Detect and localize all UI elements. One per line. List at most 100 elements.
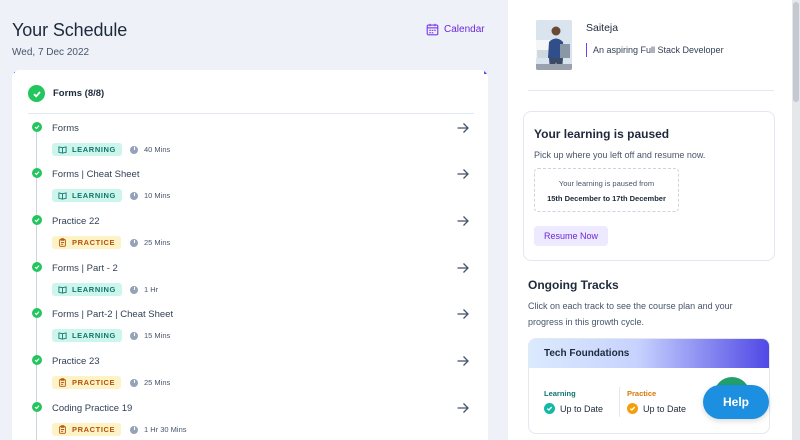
list-item[interactable]: Forms | Part-2 | Cheat Sheet LEARNING 15… (12, 307, 488, 353)
duration-text: 25 Mins (144, 238, 171, 247)
clock-icon (130, 331, 138, 340)
item-title: Forms (52, 123, 79, 134)
paused-box-dates: 15th December to 17th December (547, 194, 666, 203)
check-icon (32, 262, 42, 272)
practice-tag: PRACTICE (52, 376, 122, 389)
ongoing-tracks-description: Click on each track to see the course pl… (528, 301, 733, 327)
learning-status-label: Learning (544, 389, 576, 398)
divider (528, 90, 774, 91)
book-icon (58, 146, 67, 154)
clipboard-icon (59, 238, 66, 247)
clock-icon (130, 425, 138, 434)
arrow-right-icon[interactable] (456, 401, 470, 415)
practice-status: Practice Up to Date (627, 389, 686, 414)
paused-period-box: Your learning is paused from 15th Decemb… (534, 168, 679, 212)
duration: 25 Mins (130, 238, 170, 247)
arrow-right-icon[interactable] (456, 261, 470, 275)
tag-label: LEARNING (72, 191, 116, 200)
check-icon (32, 122, 42, 132)
arrow-right-icon[interactable] (456, 167, 470, 181)
check-icon (32, 308, 42, 318)
practice-tag: PRACTICE (52, 236, 122, 249)
module-header[interactable]: Forms (8/8) (28, 85, 104, 102)
arrow-right-icon[interactable] (456, 121, 470, 135)
calendar-label: Calendar (444, 24, 485, 35)
check-circle-icon (28, 85, 45, 102)
track-name: Tech Foundations (544, 348, 630, 359)
card-accent (484, 70, 488, 74)
check-icon (32, 215, 42, 225)
arrow-right-icon[interactable] (456, 307, 470, 321)
learning-status: Learning Up to Date (544, 389, 603, 414)
schedule-title: Your Schedule (12, 20, 128, 40)
tag-label: PRACTICE (72, 238, 116, 247)
module-title: Forms (8/8) (53, 88, 105, 99)
duration-text: 10 Mins (144, 191, 171, 200)
user-bio: An aspiring Full Stack Developer (586, 43, 724, 57)
card-accent (12, 70, 15, 73)
tag-label: PRACTICE (72, 425, 116, 434)
arrow-right-icon[interactable] (456, 214, 470, 228)
arrow-right-icon[interactable] (456, 354, 470, 368)
practice-status-value: Up to Date (643, 403, 687, 414)
item-title: Forms | Part - 2 (52, 263, 118, 274)
tag-label: LEARNING (72, 331, 116, 340)
clipboard-icon (59, 378, 66, 387)
book-icon (58, 286, 67, 294)
user-name: Saiteja (586, 22, 619, 34)
clock-icon (130, 285, 138, 294)
list-item[interactable]: Forms LEARNING 40 Mins (12, 121, 488, 167)
item-title: Coding Practice 19 (52, 403, 133, 414)
learning-status-value: Up to Date (560, 403, 604, 414)
clock-icon (130, 191, 138, 200)
duration-text: 40 Mins (144, 145, 171, 154)
duration-text: 15 Mins (144, 331, 171, 340)
duration: 10 Mins (130, 191, 170, 200)
calendar-link[interactable]: Calendar (426, 23, 485, 36)
list-item[interactable]: Forms | Part - 2 LEARNING 1 Hr (12, 261, 488, 307)
resume-now-button[interactable]: Resume Now (534, 226, 609, 246)
check-circle-icon (544, 403, 555, 414)
check-icon (32, 168, 42, 178)
clock-icon (130, 378, 138, 387)
schedule-card: Forms (8/8) Forms LEARNING 40 Mins Forms… (12, 70, 488, 440)
item-title: Forms | Part-2 | Cheat Sheet (52, 309, 174, 320)
learning-tag: LEARNING (52, 189, 122, 202)
paused-card: Your learning is paused Pick up where yo… (523, 111, 775, 261)
clock-icon (130, 238, 138, 247)
list-item[interactable]: Practice 23 PRACTICE 25 Mins (12, 354, 488, 400)
learning-tag: LEARNING (52, 143, 122, 156)
list-item[interactable]: Practice 22 PRACTICE 25 Mins (12, 214, 488, 260)
schedule-date: Wed, 7 Dec 2022 (12, 47, 90, 58)
learning-tag: LEARNING (52, 283, 122, 296)
duration: 15 Mins (130, 331, 170, 340)
scrollbar-thumb[interactable] (793, 2, 799, 102)
check-icon (32, 355, 42, 365)
avatar (536, 20, 572, 70)
book-icon (58, 192, 67, 200)
tag-label: PRACTICE (72, 378, 116, 387)
item-title: Practice 23 (52, 356, 100, 367)
check-circle-icon (627, 403, 638, 414)
duration-text: 1 Hr (144, 285, 159, 294)
schedule-panel: Your Schedule Wed, 7 Dec 2022 Calendar F… (0, 0, 508, 440)
duration: 1 Hr (130, 285, 158, 294)
clock-icon (130, 145, 138, 154)
duration: 25 Mins (130, 378, 170, 387)
book-icon (58, 332, 67, 340)
item-title: Forms | Cheat Sheet (52, 169, 140, 180)
paused-title: Your learning is paused (534, 127, 670, 141)
item-title: Practice 22 (52, 216, 100, 227)
calendar-icon (426, 23, 439, 36)
duration: 40 Mins (130, 145, 170, 154)
paused-subtitle: Pick up where you left off and resume no… (534, 150, 706, 160)
list-item[interactable]: Coding Practice 19 PRACTICE 1 Hr 30 Mins (12, 401, 488, 440)
duration-text: 25 Mins (144, 378, 171, 387)
practice-tag: PRACTICE (52, 423, 122, 436)
check-icon (32, 402, 42, 412)
list-item[interactable]: Forms | Cheat Sheet LEARNING 10 Mins (12, 167, 488, 213)
tag-label: LEARNING (72, 285, 116, 294)
divider (619, 387, 620, 417)
tag-label: LEARNING (72, 145, 116, 154)
help-button[interactable]: Help (703, 385, 769, 419)
